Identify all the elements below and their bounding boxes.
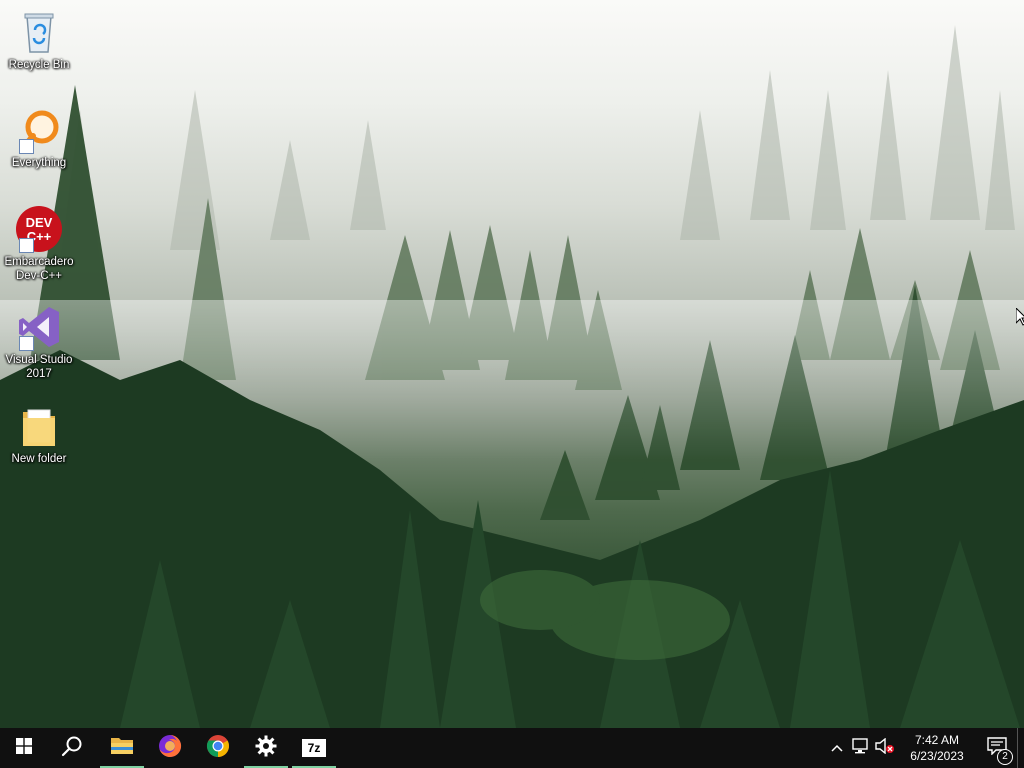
volume-button[interactable] xyxy=(873,728,897,768)
chrome-icon xyxy=(206,734,230,763)
windows-logo-icon xyxy=(16,737,32,759)
network-button[interactable] xyxy=(849,728,873,768)
gear-icon xyxy=(255,735,277,762)
taskbar: 7z 7:42 AM 6/23/2023 2 xyxy=(0,728,1024,768)
notification-count-badge: 2 xyxy=(997,749,1013,765)
folder-icon xyxy=(110,736,134,761)
volume-muted-icon xyxy=(875,737,895,759)
action-center-button[interactable]: 2 xyxy=(977,728,1017,768)
devcpp-icon: DEV C++ xyxy=(15,205,63,253)
shortcut-arrow-icon xyxy=(19,139,34,154)
desktop-wallpaper xyxy=(0,0,1024,728)
start-button[interactable] xyxy=(0,728,48,768)
search-button[interactable] xyxy=(48,728,96,768)
desktop-icon-label: Embarcadero Dev-C++ xyxy=(4,256,74,282)
recycle-bin-icon xyxy=(15,8,63,56)
svg-text:DEV: DEV xyxy=(26,215,53,230)
show-hidden-icons-button[interactable] xyxy=(825,728,849,768)
clock-date: 6/23/2023 xyxy=(910,749,964,763)
desktop-icon-everything[interactable]: Everything xyxy=(2,106,76,170)
7zip-button[interactable]: 7z xyxy=(290,728,338,768)
system-tray: 7:42 AM 6/23/2023 2 xyxy=(825,728,1024,768)
shortcut-arrow-icon xyxy=(19,238,34,253)
desktop-icon-label: Visual Studio 2017 xyxy=(5,354,73,380)
misty-forest-image xyxy=(0,25,1024,728)
chevron-up-icon xyxy=(831,739,843,757)
desktop-icon-recycle-bin[interactable]: Recycle Bin xyxy=(2,8,76,72)
network-icon xyxy=(852,737,870,759)
desktop-icon-label: Recycle Bin xyxy=(8,59,70,71)
visual-studio-icon xyxy=(15,303,63,351)
firefox-icon xyxy=(158,734,182,763)
file-explorer-button[interactable] xyxy=(98,728,146,768)
7zip-label: 7z xyxy=(307,741,321,755)
settings-button[interactable] xyxy=(242,728,290,768)
shortcut-arrow-icon xyxy=(19,336,34,351)
desktop-icon-label: New folder xyxy=(11,453,67,465)
firefox-button[interactable] xyxy=(146,728,194,768)
clock-time: 7:42 AM xyxy=(914,733,960,747)
7zip-icon: 7z xyxy=(302,739,326,757)
clock[interactable]: 7:42 AM 6/23/2023 xyxy=(897,732,977,764)
chrome-button[interactable] xyxy=(194,728,242,768)
mouse-cursor-icon xyxy=(1015,306,1024,331)
desktop-icon-visual-studio[interactable]: Visual Studio 2017 xyxy=(2,303,76,381)
desktop-icon-label: Everything xyxy=(11,157,67,169)
desktop-icon-new-folder[interactable]: New folder xyxy=(2,402,76,466)
folder-icon xyxy=(15,402,63,450)
search-icon xyxy=(61,735,83,762)
show-desktop-button[interactable] xyxy=(1017,728,1024,768)
desktop-icon-devcpp[interactable]: DEV C++ Embarcadero Dev-C++ xyxy=(2,205,76,283)
everything-search-icon xyxy=(15,106,63,154)
